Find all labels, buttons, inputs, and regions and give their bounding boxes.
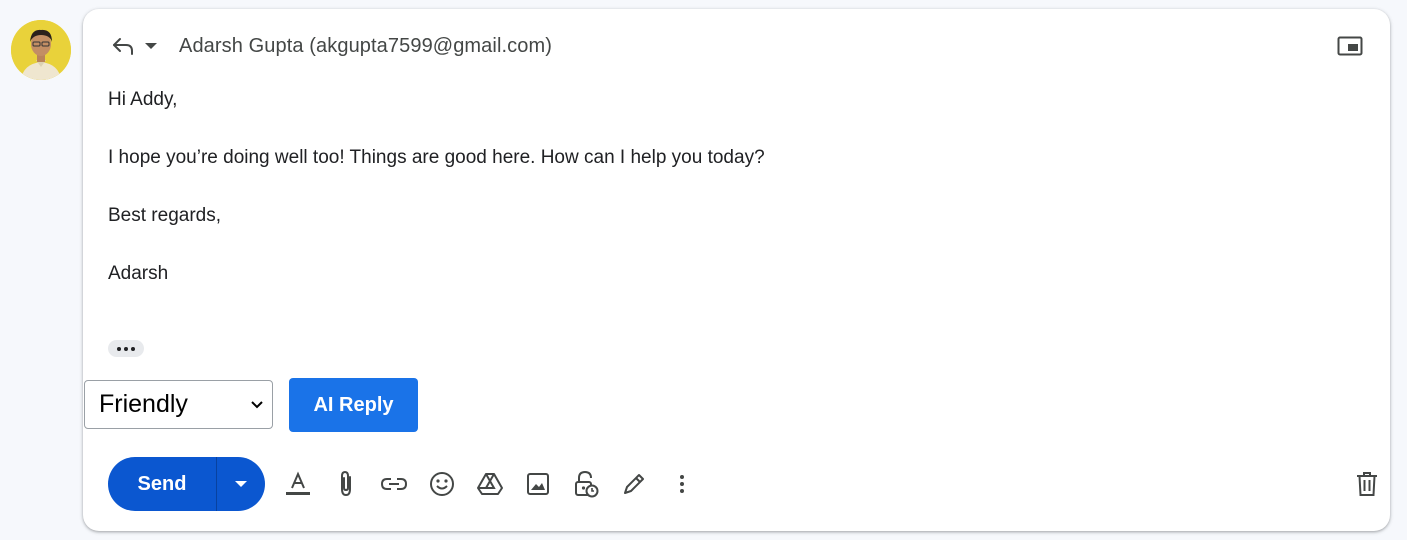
photo-icon[interactable]: [522, 468, 554, 500]
body-line: I hope you’re doing well too! Things are…: [108, 147, 765, 168]
popout-window-icon[interactable]: [1336, 35, 1364, 57]
caret-down-icon[interactable]: [143, 32, 159, 60]
send-group: Send: [108, 457, 265, 511]
trash-icon[interactable]: [1353, 468, 1381, 500]
body-line: Hi Addy,: [108, 89, 178, 110]
send-button[interactable]: Send: [108, 457, 216, 511]
attach-icon[interactable]: [330, 468, 362, 500]
tone-select-value: Friendly: [99, 390, 188, 418]
caret-down-icon: [235, 481, 247, 487]
ai-reply-button[interactable]: AI Reply: [289, 378, 418, 432]
tone-select[interactable]: Friendly: [84, 380, 273, 429]
reply-compose-card: Adarsh Gupta (akgupta7599@gmail.com) Hi …: [83, 9, 1390, 531]
text-formatting-icon[interactable]: [282, 468, 314, 500]
compose-toolbar: [282, 464, 714, 504]
drive-icon[interactable]: [474, 468, 506, 500]
body-line: Best regards,: [108, 205, 221, 226]
more-vert-icon[interactable]: [666, 468, 698, 500]
body-line: Adarsh: [108, 263, 169, 284]
compose-header: Adarsh Gupta (akgupta7599@gmail.com): [109, 31, 552, 61]
confidential-lock-icon[interactable]: [570, 468, 602, 500]
message-body[interactable]: Hi Addy, I hope you’re doing well too! T…: [108, 85, 1308, 317]
user-avatar-photo: [11, 20, 71, 80]
signature-pen-icon[interactable]: [618, 468, 650, 500]
avatar[interactable]: [11, 20, 71, 80]
reply-arrow-icon[interactable]: [109, 32, 137, 60]
chevron-down-icon: [250, 398, 264, 412]
more-horiz-icon[interactable]: [108, 340, 144, 357]
send-options-button[interactable]: [216, 457, 265, 511]
link-icon[interactable]: [378, 468, 410, 500]
emoji-icon[interactable]: [426, 468, 458, 500]
recipient-address[interactable]: Adarsh Gupta (akgupta7599@gmail.com): [179, 35, 552, 58]
